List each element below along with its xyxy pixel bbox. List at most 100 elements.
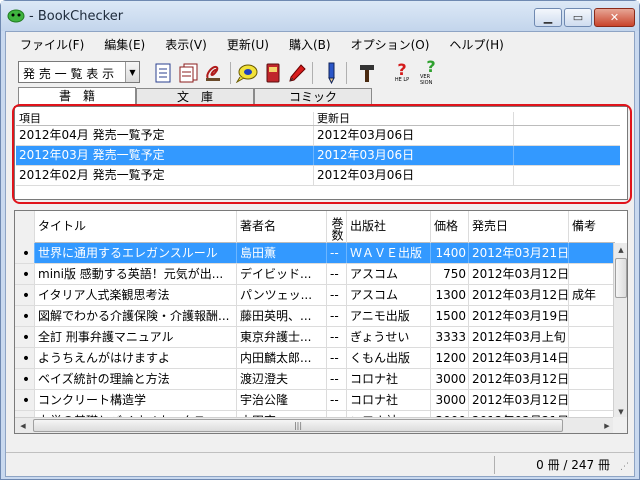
column-header-note[interactable]: 備考: [569, 211, 615, 243]
release-item: 2012年03月 発売一覧予定: [16, 146, 314, 165]
close-button[interactable]: ✕: [594, 8, 635, 27]
release-list-row-selected[interactable]: 2012年03月 発売一覧予定 2012年03月06日: [16, 146, 620, 166]
chevron-down-icon[interactable]: ▼: [125, 62, 139, 82]
release-item: 2012年02月 発売一覧予定: [16, 166, 314, 185]
table-row[interactable]: • ベイズ統計の理論と方法 渡辺澄夫 -- コロナ社 3000 2012年03月12日: [15, 369, 615, 390]
book-title: mini版 感動する英語！元気が出...: [35, 264, 237, 284]
menu-help[interactable]: ヘルプ(H): [449, 36, 503, 53]
book-publisher: コロナ社: [347, 369, 431, 389]
column-header-release[interactable]: 発売日: [469, 211, 569, 243]
book-price: 1400: [431, 243, 469, 263]
menu-bar: ファイル(F) 編集(E) 表示(V) 更新(U) 購入(B) オプション(O)…: [6, 32, 634, 56]
release-date: 2012年03月06日: [314, 166, 514, 185]
book-publisher: アニモ出版: [347, 306, 431, 326]
window-title: - BookChecker: [29, 9, 124, 24]
release-list-row[interactable]: 2012年02月 発売一覧予定 2012年03月06日: [16, 166, 620, 186]
column-header-marker: [15, 211, 35, 243]
view-mode-select[interactable]: 発 売 一 覧 表 示 ▼: [18, 61, 140, 83]
book-note: [569, 264, 615, 284]
version-icon[interactable]: ? VER SION: [420, 57, 442, 87]
menu-edit[interactable]: 編集(E): [104, 36, 145, 53]
book-title: 図解でわかる介護保険・介護報酬...: [35, 306, 237, 326]
column-header-empty: [514, 112, 620, 125]
column-header-title[interactable]: タイトル: [35, 211, 237, 243]
row-marker-icon: •: [15, 264, 35, 284]
book-author: 渡辺澄夫: [237, 369, 327, 389]
minimize-icon: ▁: [543, 11, 553, 24]
release-list-table: 項目 更新日 2012年04月 発売一覧予定 2012年03月06日 2012年…: [16, 112, 620, 186]
book-price: 750: [431, 264, 469, 284]
speech-icon[interactable]: [236, 62, 258, 84]
release-date: 2012年03月06日: [314, 146, 514, 165]
pen-icon[interactable]: [286, 62, 308, 84]
book-author: 宇治公隆: [237, 390, 327, 410]
version-label: VER SION: [420, 74, 433, 86]
book-volume: --: [327, 390, 347, 410]
cards-icon[interactable]: [178, 62, 200, 84]
row-marker-icon: •: [15, 285, 35, 305]
help-icon[interactable]: ? HE LP: [391, 62, 413, 84]
horizontal-scrollbar[interactable]: ◀ ||| ▶: [15, 417, 615, 433]
version-question-icon: ?: [426, 57, 436, 76]
menu-file[interactable]: ファイル(F): [20, 36, 84, 53]
row-marker-icon: •: [15, 243, 35, 263]
scroll-up-icon[interactable]: ▲: [614, 243, 627, 257]
hammer-icon[interactable]: [356, 62, 378, 84]
pencil-icon[interactable]: [320, 62, 342, 84]
status-bar: 0 冊 / 247 冊 ⋰: [6, 452, 634, 476]
column-header-author[interactable]: 著者名: [237, 211, 327, 243]
book-title: ようちえんがはけますよ: [35, 348, 237, 368]
link-icon[interactable]: [203, 62, 225, 84]
book-title: ベイズ統計の理論と方法: [35, 369, 237, 389]
menu-update[interactable]: 更新(U): [227, 36, 269, 53]
menu-view[interactable]: 表示(V): [165, 36, 207, 53]
book-price: 1200: [431, 348, 469, 368]
row-marker-icon: •: [15, 369, 35, 389]
table-row[interactable]: • コンクリート構造学 宇治公隆 -- コロナ社 3000 2012年03月12日: [15, 390, 615, 411]
tab-books[interactable]: 書 籍: [18, 87, 136, 106]
title-bar[interactable]: - BookChecker ▁ ▭ ✕: [1, 1, 639, 31]
book-author: パンツェッ...: [237, 285, 327, 305]
table-row[interactable]: • 世界に通用するエレガンスルール 島田薫 -- ＷＡＶＥ出版 1400 2012年03月2…: [15, 243, 615, 264]
resize-grip-icon[interactable]: ⋰: [620, 462, 632, 474]
column-header-publisher[interactable]: 出版社: [347, 211, 431, 243]
release-list-row[interactable]: 2012年04月 発売一覧予定 2012年03月06日: [16, 126, 620, 146]
book-count: 0 冊 / 247 冊: [494, 456, 614, 474]
book-author: デイビッド...: [237, 264, 327, 284]
minimize-button[interactable]: ▁: [534, 8, 562, 27]
menu-options[interactable]: オプション(O): [351, 36, 430, 53]
maximize-button[interactable]: ▭: [564, 8, 592, 27]
row-marker-icon: •: [15, 348, 35, 368]
book-title: イタリア人式楽観思考法: [35, 285, 237, 305]
book-publisher: アスコム: [347, 285, 431, 305]
vertical-scroll-thumb[interactable]: [615, 258, 627, 298]
book-note: [569, 369, 615, 389]
help-label: HE LP: [394, 77, 410, 83]
book-publisher: コロナ社: [347, 390, 431, 410]
book-icon[interactable]: [262, 62, 284, 84]
menu-purchase[interactable]: 購入(B): [289, 36, 331, 53]
tab-bunko[interactable]: 文 庫: [136, 88, 254, 106]
table-row[interactable]: • ようちえんがはけますよ 内田麟太郎... -- くもん出版 1200 2012年03月1…: [15, 348, 615, 369]
book-price: 1300: [431, 285, 469, 305]
book-title: 世界に通用するエレガンスルール: [35, 243, 237, 263]
toolbar-separator: [312, 62, 313, 84]
tab-comic[interactable]: コミック: [254, 88, 372, 106]
book-list-header: タイトル 著者名 巻数 出版社 価格 発売日 備考: [15, 211, 615, 243]
book-author: 内田麟太郎...: [237, 348, 327, 368]
column-header-price[interactable]: 価格: [431, 211, 469, 243]
book-volume: --: [327, 369, 347, 389]
help-question-icon: ?: [397, 60, 407, 79]
app-window: - BookChecker ▁ ▭ ✕ ファイル(F) 編集(E) 表示(V) …: [0, 0, 640, 480]
list-icon[interactable]: [152, 62, 174, 84]
column-header-volume[interactable]: 巻数: [327, 211, 347, 243]
column-header-updated[interactable]: 更新日: [314, 112, 514, 125]
column-header-item[interactable]: 項目: [16, 112, 314, 125]
table-row[interactable]: • 図解でわかる介護保険・介護報酬... 藤田英明、... -- アニモ出版 1500 20…: [15, 306, 615, 327]
table-row[interactable]: • イタリア人式楽観思考法 パンツェッ... -- アスコム 1300 2012年03月12…: [15, 285, 615, 306]
table-row[interactable]: • 全訂 刑事弁護マニュアル 東京弁護士... -- ぎょうせい 3333 2012年03月…: [15, 327, 615, 348]
table-row[interactable]: • mini版 感動する英語！元気が出... デイビッド... -- アスコム 750 20…: [15, 264, 615, 285]
scroll-left-icon[interactable]: ◀: [15, 418, 31, 433]
vertical-scrollbar[interactable]: ▲ ▼: [613, 243, 627, 419]
horizontal-scroll-thumb[interactable]: |||: [33, 419, 563, 432]
